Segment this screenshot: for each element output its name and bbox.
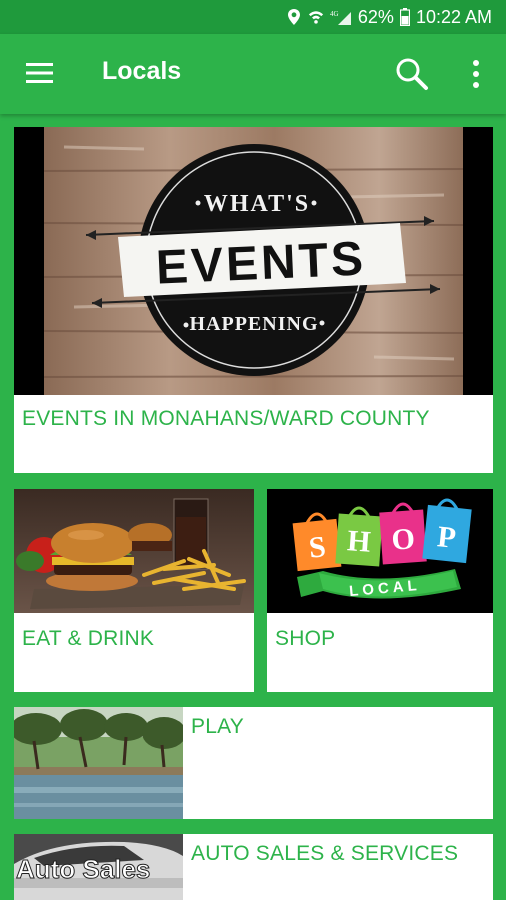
shop-letter-s: S (307, 530, 327, 565)
shop-letter-h: H (346, 524, 372, 559)
shop-label: SHOP (275, 627, 336, 650)
search-icon[interactable] (394, 56, 430, 92)
clock: 10:22 AM (415, 6, 492, 27)
auto-sales-card[interactable]: Auto Sales AUTO SALES & SERVICES (14, 834, 493, 900)
status-bar: 4G 62% 10:22 AM (0, 0, 506, 34)
hamburger-icon[interactable] (26, 62, 54, 84)
burger-image (14, 489, 254, 613)
battery-percent: 62% (357, 6, 394, 27)
events-image-main-text: EVENTS (155, 232, 367, 294)
shop-card[interactable]: S H O P LOCAL SHOP (267, 489, 493, 692)
eat-drink-label: EAT & DRINK (22, 627, 155, 650)
signal-icon: 4G (330, 8, 352, 26)
events-card[interactable]: WHAT'S EVENTS HAPPENING EVENTS IN MONAHA… (14, 127, 493, 473)
car-image: Auto Sales (14, 834, 183, 900)
shop-letter-p: P (436, 520, 458, 555)
battery-icon (399, 8, 410, 26)
app-toolbar: Locals (0, 34, 506, 114)
events-image-bottom-text: HAPPENING (190, 313, 319, 335)
auto-sales-label: AUTO SALES & SERVICES (191, 842, 459, 865)
page-title: Locals (102, 57, 182, 85)
shop-local-image: S H O P LOCAL (267, 489, 493, 613)
park-image (14, 707, 186, 819)
shop-letter-o: O (390, 522, 416, 557)
events-image: WHAT'S EVENTS HAPPENING (14, 127, 493, 395)
events-label: EVENTS IN MONAHANS/WARD COUNTY (22, 407, 430, 430)
auto-image-text: Auto Sales (16, 854, 150, 884)
svg-text:4G: 4G (330, 10, 339, 18)
events-image-top-text: WHAT'S (204, 191, 310, 217)
status-icons: 4G 62% 10:22 AM (286, 6, 492, 28)
eat-drink-card[interactable]: EAT & DRINK (14, 489, 254, 692)
play-card[interactable]: PLAY (14, 707, 493, 819)
location-icon (286, 8, 302, 26)
more-vert-icon[interactable] (466, 58, 486, 90)
play-label: PLAY (191, 715, 244, 738)
wifi-icon (308, 8, 324, 26)
